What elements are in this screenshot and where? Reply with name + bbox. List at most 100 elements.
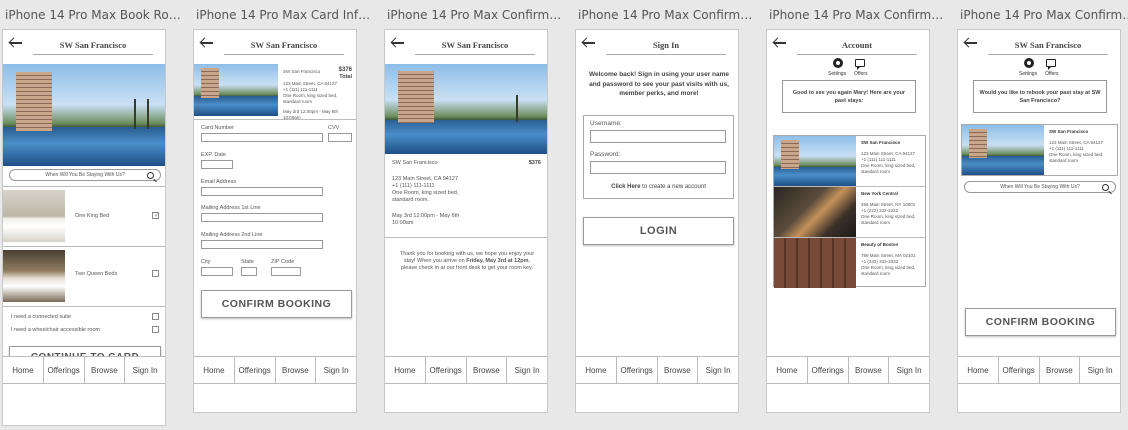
- stay-dates-search[interactable]: When Will You Be Staying With Us?: [964, 181, 1116, 193]
- back-arrow-icon[interactable]: [964, 38, 978, 48]
- nav-home[interactable]: Home: [576, 357, 617, 383]
- nav-home[interactable]: Home: [767, 357, 808, 383]
- nav-home[interactable]: Home: [3, 357, 44, 383]
- nav-offerings[interactable]: Offerings: [426, 357, 467, 383]
- chat-icon[interactable]: [855, 59, 865, 70]
- settings-label[interactable]: Settings: [1019, 71, 1037, 77]
- room-option-queen[interactable]: Two Queen Beds: [75, 271, 117, 277]
- sign-in-screen: Sign In Welcome back! Sign in using your…: [575, 29, 739, 413]
- nav-offerings[interactable]: Offerings: [999, 357, 1040, 383]
- login-button[interactable]: LOGIN: [583, 217, 734, 245]
- offers-label[interactable]: Offers: [854, 71, 868, 77]
- back-arrow-icon[interactable]: [773, 38, 787, 48]
- search-icon[interactable]: [1102, 184, 1109, 191]
- stay-name[interactable]: Beauty of Boston: [861, 242, 898, 248]
- header: SW San Francisco: [3, 30, 165, 58]
- password-label: Password:: [590, 151, 621, 158]
- bottom-nav: Home Offerings Browse Sign In: [385, 356, 547, 384]
- cvv-field[interactable]: [328, 133, 352, 142]
- nav-home[interactable]: Home: [958, 357, 999, 383]
- hotel-pool-photo: [385, 64, 547, 154]
- address1-label: Mailing Address 1st Line: [201, 205, 261, 211]
- frame-title-confirmation-4: iPhone 14 Pro Max Confirmatio...: [960, 8, 1128, 22]
- nav-sign-in[interactable]: Sign In: [125, 357, 165, 383]
- back-arrow-icon[interactable]: [200, 38, 214, 48]
- city-label: City: [201, 259, 211, 265]
- search-icon[interactable]: [147, 172, 154, 179]
- search-placeholder: When Will You Be Staying With Us?: [1000, 184, 1080, 190]
- city-field[interactable]: [201, 267, 233, 276]
- confirm-dates: May 3rd 12:00pm - May 6th 10:00am: [392, 213, 460, 226]
- header: Sign In: [576, 30, 738, 58]
- connected-suite-checkbox[interactable]: [152, 313, 159, 320]
- nav-sign-in[interactable]: Sign In: [316, 357, 356, 383]
- exp-date-field[interactable]: [201, 160, 233, 169]
- sign-in-title: Sign In: [652, 40, 680, 50]
- offers-label[interactable]: Offers: [1045, 71, 1059, 77]
- room-option-king[interactable]: One King Bed: [75, 213, 109, 219]
- create-account-link[interactable]: Click Here: [611, 184, 640, 190]
- nav-home[interactable]: Home: [194, 357, 235, 383]
- nav-browse[interactable]: Browse: [85, 357, 126, 383]
- password-field[interactable]: [590, 161, 726, 174]
- nav-offerings[interactable]: Offerings: [44, 357, 85, 383]
- back-arrow-icon[interactable]: [9, 38, 23, 48]
- stay-desc: One Room, king sized bed, standard room: [861, 214, 916, 225]
- queen-room-checkbox[interactable]: [152, 270, 159, 277]
- nav-sign-in[interactable]: Sign In: [1080, 357, 1120, 383]
- stay-name[interactable]: SW San Francisco: [861, 140, 900, 146]
- back-arrow-icon[interactable]: [391, 38, 405, 48]
- nav-sign-in[interactable]: Sign In: [889, 357, 929, 383]
- back-arrow-icon[interactable]: [582, 38, 596, 48]
- confirm-booking-button[interactable]: CONFIRM BOOKING: [965, 308, 1116, 336]
- nav-browse[interactable]: Browse: [1040, 357, 1081, 383]
- search-placeholder: When Will You Be Staying With Us?: [45, 172, 125, 178]
- settings-label[interactable]: Settings: [828, 71, 846, 77]
- header-divider: [797, 54, 917, 55]
- stay-dates-search[interactable]: When Will You Be Staying With Us?: [9, 169, 161, 181]
- confirm-hotel-name: SW San Francisco: [392, 160, 438, 166]
- username-field[interactable]: [590, 130, 726, 143]
- rebook-screen: SW San Francisco Settings Offers Would y…: [957, 29, 1121, 413]
- nav-sign-in[interactable]: Sign In: [698, 357, 738, 383]
- booking-hotel-name: SW San Francisco: [283, 69, 321, 74]
- queen-room-photo: [3, 250, 65, 302]
- frame-title-confirmation-3: iPhone 14 Pro Max Confirmatio...: [769, 8, 945, 22]
- nav-offerings[interactable]: Offerings: [235, 357, 276, 383]
- stay-desc: One Room, king sized bed, standard room: [861, 265, 916, 276]
- state-field[interactable]: [241, 267, 257, 276]
- nav-browse[interactable]: Browse: [276, 357, 317, 383]
- header-divider: [988, 54, 1108, 55]
- address2-field[interactable]: [201, 240, 323, 249]
- stay-photo-ny: [774, 187, 856, 237]
- email-label: Email Address: [201, 179, 237, 185]
- wheelchair-checkbox[interactable]: [152, 326, 159, 333]
- past-stay-card[interactable]: SW San Francisco 123 Main Street, CA 941…: [961, 124, 1118, 176]
- nav-browse[interactable]: Browse: [849, 357, 890, 383]
- email-field[interactable]: [201, 187, 323, 196]
- header-divider: [606, 54, 726, 55]
- header: Account: [767, 30, 929, 58]
- nav-sign-in[interactable]: Sign In: [507, 357, 547, 383]
- stay-name[interactable]: New York Central: [861, 191, 898, 197]
- hotel-title: SW San Francisco: [59, 40, 127, 50]
- gear-icon[interactable]: [833, 58, 843, 68]
- gear-icon[interactable]: [1024, 58, 1034, 68]
- nav-offerings[interactable]: Offerings: [617, 357, 658, 383]
- nav-home[interactable]: Home: [385, 357, 426, 383]
- chat-icon[interactable]: [1046, 59, 1056, 70]
- confirm-booking-button[interactable]: CONFIRM BOOKING: [201, 290, 352, 318]
- header: SW San Francisco: [958, 30, 1120, 58]
- book-room-screen: SW San Francisco When Will You Be Stayin…: [2, 29, 166, 426]
- nav-browse[interactable]: Browse: [467, 357, 508, 383]
- stay-photo-sf: [774, 136, 856, 186]
- stay-photo-sf: [962, 125, 1044, 175]
- bottom-nav: Home Offerings Browse Sign In: [767, 356, 929, 384]
- nav-offerings[interactable]: Offerings: [808, 357, 849, 383]
- zip-field[interactable]: [271, 267, 301, 276]
- king-room-checkbox[interactable]: ✓: [152, 212, 159, 219]
- address1-field[interactable]: [201, 213, 323, 222]
- nav-browse[interactable]: Browse: [658, 357, 699, 383]
- confirm-address: 123 Main Street, CA 94127: [392, 176, 459, 182]
- card-number-field[interactable]: [201, 133, 323, 142]
